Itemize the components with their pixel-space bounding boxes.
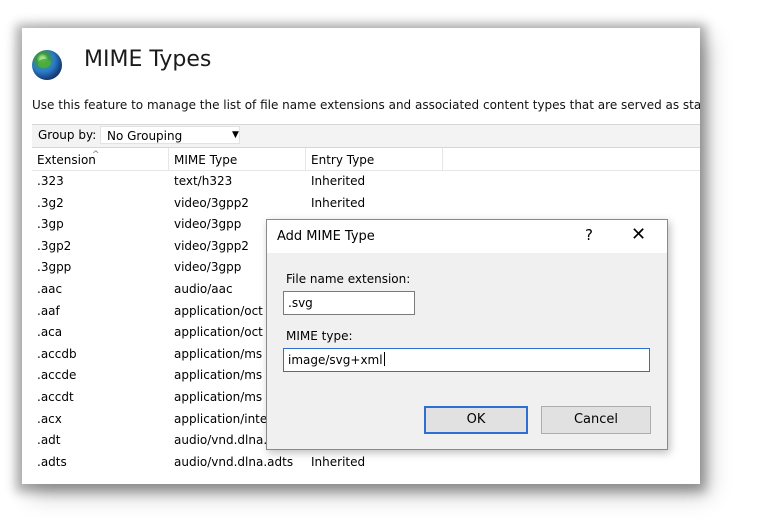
table-row[interactable]: .323 text/h323 Inherited xyxy=(32,170,700,192)
mime-type-input[interactable]: image/svg+xml xyxy=(283,348,650,372)
extension-label: File name extension: xyxy=(286,272,411,286)
column-header-extension[interactable]: ^ Extension xyxy=(32,148,169,170)
mime-type-cell: audio/vnd.dlna.adts xyxy=(174,454,294,469)
add-mime-type-dialog: Add MIME Type ? ✕ File name extension: .… xyxy=(266,219,668,450)
group-by-label: Group by: xyxy=(38,128,97,142)
column-header-mime-type[interactable]: MIME Type xyxy=(169,148,306,170)
globe-icon xyxy=(32,50,62,80)
extension-cell: .aca xyxy=(37,325,63,340)
extension-cell: .3g2 xyxy=(37,195,64,210)
extension-input[interactable]: .svg xyxy=(283,291,415,315)
close-icon[interactable]: ✕ xyxy=(631,224,646,245)
extension-cell: .aac xyxy=(37,282,63,296)
entry-type-cell: Inherited xyxy=(311,454,366,469)
table-row[interactable]: .3g2 video/3gpp2 Inherited xyxy=(32,192,700,214)
column-header-entry-type[interactable]: Entry Type xyxy=(306,148,443,170)
ok-button[interactable]: OK xyxy=(424,406,528,434)
group-by-dropdown[interactable]: No Grouping xyxy=(100,126,240,144)
extension-cell: .aaf xyxy=(37,303,60,318)
dialog-title: Add MIME Type xyxy=(277,229,375,244)
group-by-value: No Grouping xyxy=(107,129,183,143)
extension-cell: .adts xyxy=(37,454,67,469)
cancel-button[interactable]: Cancel xyxy=(541,406,651,434)
entry-type-cell: Inherited xyxy=(311,174,366,188)
extension-cell: .3gpp xyxy=(37,260,72,275)
extension-cell: .3gp2 xyxy=(37,238,72,253)
dialog-titlebar: Add MIME Type ? ✕ xyxy=(267,220,667,253)
entry-type-cell: Inherited xyxy=(311,195,366,210)
help-icon[interactable]: ? xyxy=(585,226,593,244)
extension-cell: .accdb xyxy=(37,346,77,361)
extension-cell: .acx xyxy=(37,411,62,426)
extension-cell: .accdt xyxy=(37,390,74,404)
sort-caret-icon: ^ xyxy=(92,150,100,160)
table-header: ^ Extension MIME Type Entry Type xyxy=(32,148,700,171)
table-row[interactable]: .adts audio/vnd.dlna.adts Inherited xyxy=(32,451,700,473)
extension-cell: .accde xyxy=(37,368,77,383)
group-by-toolbar: Group by: No Grouping ▼ xyxy=(32,124,700,148)
mime-type-label: MIME type: xyxy=(286,329,353,343)
page-title: MIME Types xyxy=(84,47,212,72)
extension-cell: .adt xyxy=(37,433,61,448)
extension-cell: .323 xyxy=(37,174,64,188)
text-cursor xyxy=(383,352,385,366)
extension-cell: .3gp xyxy=(37,217,64,232)
feature-description: Use this feature to manage the list of f… xyxy=(32,98,700,112)
mime-type-cell: text/h323 xyxy=(174,174,233,188)
mime-type-cell: video/3gpp2 xyxy=(174,195,249,210)
chevron-down-icon[interactable]: ▼ xyxy=(232,126,239,144)
